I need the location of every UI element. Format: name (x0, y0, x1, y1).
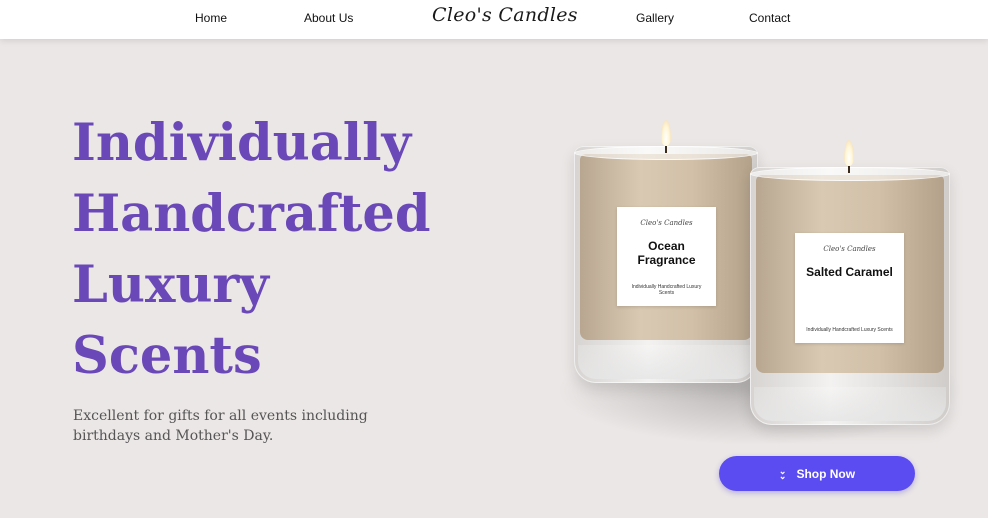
hero-subtext: Excellent for gifts for all events inclu… (73, 408, 368, 444)
headline-line: Scents (72, 326, 262, 386)
label-scent: Salted Caramel (806, 265, 893, 279)
double-chevron-down-icon: ⌄ ⌄ (778, 465, 787, 481)
hero-headline: Individually Handcrafted Luxury Scents (72, 108, 492, 392)
headline-line: Handcrafted (72, 184, 431, 244)
jar-base (578, 345, 754, 379)
label-tagline: Individually Handcrafted Luxury Scents (631, 284, 702, 296)
jar-base (754, 387, 946, 421)
shop-now-button[interactable]: ⌄ ⌄ Shop Now (719, 456, 915, 491)
product-label-caramel: Cleo's Candles Salted Caramel Individual… (795, 233, 904, 343)
label-brand: Cleo's Candles (640, 219, 693, 227)
flame-icon (661, 120, 671, 146)
product-label-ocean: Cleo's Candles Ocean Fragrance Individua… (617, 207, 716, 306)
nav-contact-link[interactable]: Contact (749, 11, 790, 25)
flame-icon (844, 140, 854, 166)
site-logo[interactable]: Cleo's Candles (432, 4, 578, 26)
shop-now-label: Shop Now (796, 466, 856, 481)
nav-home-link[interactable]: Home (195, 11, 227, 25)
wick (665, 146, 667, 153)
headline-line: Individually (72, 113, 412, 173)
label-brand: Cleo's Candles (823, 245, 876, 253)
label-scent: Ocean Fragrance (637, 239, 696, 267)
headline-line: Luxury (72, 255, 269, 315)
nav-gallery-link[interactable]: Gallery (636, 11, 674, 25)
wick (848, 166, 850, 173)
nav-about-link[interactable]: About Us (304, 11, 353, 25)
top-nav: Home About Us Cleo's Candles Gallery Con… (0, 0, 988, 39)
jar-rim (750, 167, 950, 181)
label-tagline: Individually Handcrafted Luxury Scents (806, 327, 893, 333)
